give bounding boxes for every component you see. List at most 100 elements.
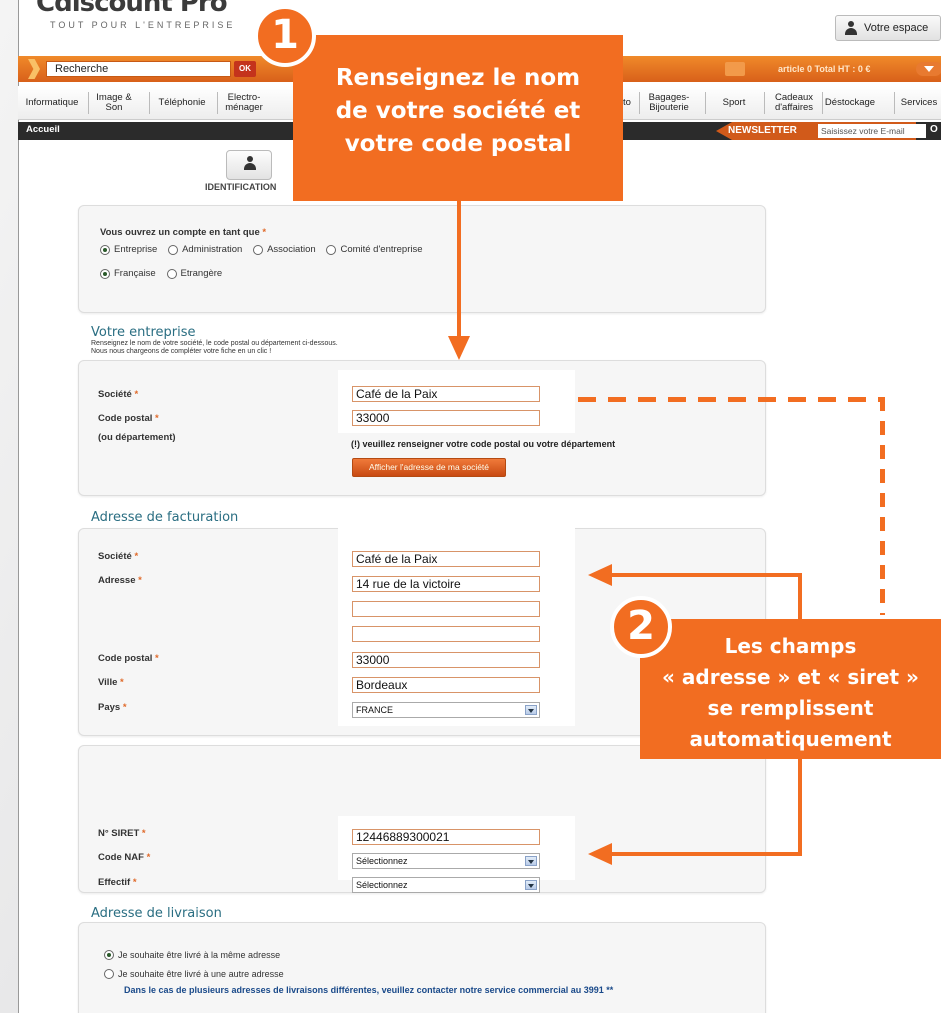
radio-label: Je souhaite être livré à la même adresse bbox=[118, 950, 281, 961]
code-postal-hint: (!) veuillez renseigner votre code posta… bbox=[351, 439, 616, 449]
code-postal-input[interactable]: 33000 bbox=[352, 410, 540, 426]
nav-item-informatique[interactable]: Informatique bbox=[20, 92, 84, 114]
fact-societe-input[interactable]: Café de la Paix bbox=[352, 551, 540, 567]
nav-divider bbox=[217, 92, 218, 114]
radio-label: Association bbox=[267, 244, 316, 255]
site-logo[interactable]: Cdiscount Pro bbox=[36, 0, 228, 18]
arrow-line bbox=[457, 201, 461, 341]
radio-same-address[interactable] bbox=[104, 950, 114, 961]
naf-select[interactable]: Sélectionnez bbox=[352, 853, 540, 869]
nav-divider bbox=[764, 92, 765, 114]
departement-label: (ou département) bbox=[98, 432, 176, 443]
societe-input[interactable]: Café de la Paix bbox=[352, 386, 540, 402]
account-type-options: Entreprise Administration Association Co… bbox=[100, 244, 431, 255]
user-icon bbox=[844, 21, 858, 35]
newsletter-ok-button[interactable]: O bbox=[930, 124, 938, 135]
nav-item-services[interactable]: Services bbox=[898, 92, 940, 114]
cart-summary[interactable]: article 0 Total HT : 0 € bbox=[778, 64, 870, 74]
search-ok-button[interactable]: OK bbox=[234, 61, 256, 77]
nav-divider bbox=[705, 92, 706, 114]
callout-line: « adresse » et « siret » bbox=[662, 665, 919, 689]
fact-pays-label: Pays * bbox=[98, 702, 127, 713]
siret-input[interactable]: 12446889300021 bbox=[352, 829, 540, 845]
livraison-note: Dans le cas de plusieurs adresses de liv… bbox=[124, 985, 614, 995]
dashed-connector bbox=[578, 397, 884, 402]
section-title-entreprise: Votre entreprise bbox=[91, 325, 196, 340]
pays-selected: FRANCE bbox=[356, 705, 394, 715]
search-input[interactable]: Recherche bbox=[46, 61, 231, 77]
effectif-select[interactable]: Sélectionnez bbox=[352, 877, 540, 893]
account-space-button[interactable]: Votre espace bbox=[835, 15, 941, 41]
radio-francaise[interactable] bbox=[100, 268, 110, 279]
fact-pays-select[interactable]: FRANCE bbox=[352, 702, 540, 718]
nav-item-bagages[interactable]: Bagages-Bijouterie bbox=[646, 92, 692, 114]
site-tagline: TOUT POUR L'ENTREPRISE bbox=[50, 20, 236, 30]
nav-divider bbox=[149, 92, 150, 114]
nav-item-electromenager[interactable]: Electro-ménager bbox=[222, 92, 266, 114]
fact-adresse-input[interactable]: 14 rue de la victoire bbox=[352, 576, 540, 592]
nav-item-destockage[interactable]: Déstockage bbox=[825, 92, 875, 114]
nav-item-cadeaux[interactable]: Cadeaux d'affaires bbox=[770, 92, 818, 114]
arrow-line bbox=[798, 573, 802, 623]
newsletter-email-input[interactable]: Saisissez votre E-mail bbox=[818, 124, 926, 138]
account-type-panel bbox=[78, 205, 766, 313]
show-company-address-button[interactable]: Afficher l'adresse de ma société bbox=[352, 458, 506, 477]
fact-cp-input[interactable]: 33000 bbox=[352, 652, 540, 668]
radio-association[interactable] bbox=[253, 244, 264, 255]
desc-line: Renseignez le nom de votre société, le c… bbox=[91, 340, 338, 347]
effectif-label: Effectif * bbox=[98, 877, 137, 888]
highlight-box bbox=[338, 816, 575, 880]
fact-adresse3-input[interactable] bbox=[352, 626, 540, 642]
radio-entreprise[interactable] bbox=[100, 244, 110, 255]
livraison-panel bbox=[78, 922, 766, 1013]
chevron-down-icon bbox=[525, 705, 537, 715]
code-postal-label: Code postal * bbox=[98, 413, 159, 424]
nationality-options: Française Etrangère bbox=[100, 268, 230, 279]
step-identification-label: IDENTIFICATION bbox=[205, 182, 277, 192]
chevron-down-icon bbox=[525, 880, 537, 890]
livraison-option-same: Je souhaite être livré à la même adresse bbox=[104, 950, 288, 961]
naf-selected: Sélectionnez bbox=[356, 856, 408, 866]
nav-divider bbox=[822, 92, 823, 114]
nav-item-telephonie[interactable]: Téléphonie bbox=[152, 92, 212, 114]
arrow-line bbox=[798, 758, 802, 856]
radio-administration[interactable] bbox=[168, 244, 179, 255]
callout-line: Les champs bbox=[724, 634, 857, 658]
newsletter-label: NEWSLETTER bbox=[728, 125, 797, 136]
siret-label: N° SIRET * bbox=[98, 828, 146, 839]
callout-line: votre code postal bbox=[344, 131, 572, 157]
effectif-selected: Sélectionnez bbox=[356, 880, 408, 890]
radio-other-address[interactable] bbox=[104, 969, 114, 980]
radio-label: Comité d'entreprise bbox=[340, 244, 423, 255]
nav-item-sport[interactable]: Sport bbox=[712, 92, 756, 114]
fact-societe-label: Société * bbox=[98, 551, 139, 562]
radio-comite-entreprise[interactable] bbox=[326, 244, 337, 255]
nav-divider bbox=[894, 92, 895, 114]
dashed-connector bbox=[880, 397, 885, 615]
section-title-facturation: Adresse de facturation bbox=[91, 510, 239, 525]
account-type-question: Vous ouvrez un compte en tant que * bbox=[100, 227, 267, 238]
radio-label: Etrangère bbox=[180, 268, 223, 279]
step-badge-2: 2 bbox=[610, 596, 672, 658]
radio-label: Administration bbox=[182, 244, 243, 255]
section-title-livraison: Adresse de livraison bbox=[91, 906, 222, 921]
fact-adresse2-input[interactable] bbox=[352, 601, 540, 617]
fact-cp-label: Code postal * bbox=[98, 653, 159, 664]
fact-ville-label: Ville * bbox=[98, 677, 124, 688]
nav-item-image-son[interactable]: Image & Son bbox=[94, 92, 134, 114]
entreprise-description: Renseignez le nom de votre société, le c… bbox=[91, 340, 338, 356]
cart-dropdown-button[interactable] bbox=[916, 62, 941, 76]
callout-line: se remplissent bbox=[707, 696, 874, 720]
cart-icon[interactable] bbox=[725, 62, 745, 76]
livraison-option-other: Je souhaite être livré à une autre adres… bbox=[104, 969, 292, 980]
callout-line: Renseignez le nom bbox=[335, 65, 581, 91]
naf-label: Code NAF * bbox=[98, 852, 151, 863]
radio-label: Je souhaite être livré à une autre adres… bbox=[118, 969, 284, 980]
radio-etrangere[interactable] bbox=[166, 268, 177, 279]
chevron-down-icon bbox=[525, 856, 537, 866]
account-space-label: Votre espace bbox=[864, 22, 929, 34]
radio-label: Française bbox=[114, 268, 156, 279]
fact-ville-input[interactable]: Bordeaux bbox=[352, 677, 540, 693]
breadcrumb-home[interactable]: Accueil bbox=[26, 124, 60, 135]
desc-line: Nous nous chargeons de compléter votre f… bbox=[91, 348, 272, 355]
